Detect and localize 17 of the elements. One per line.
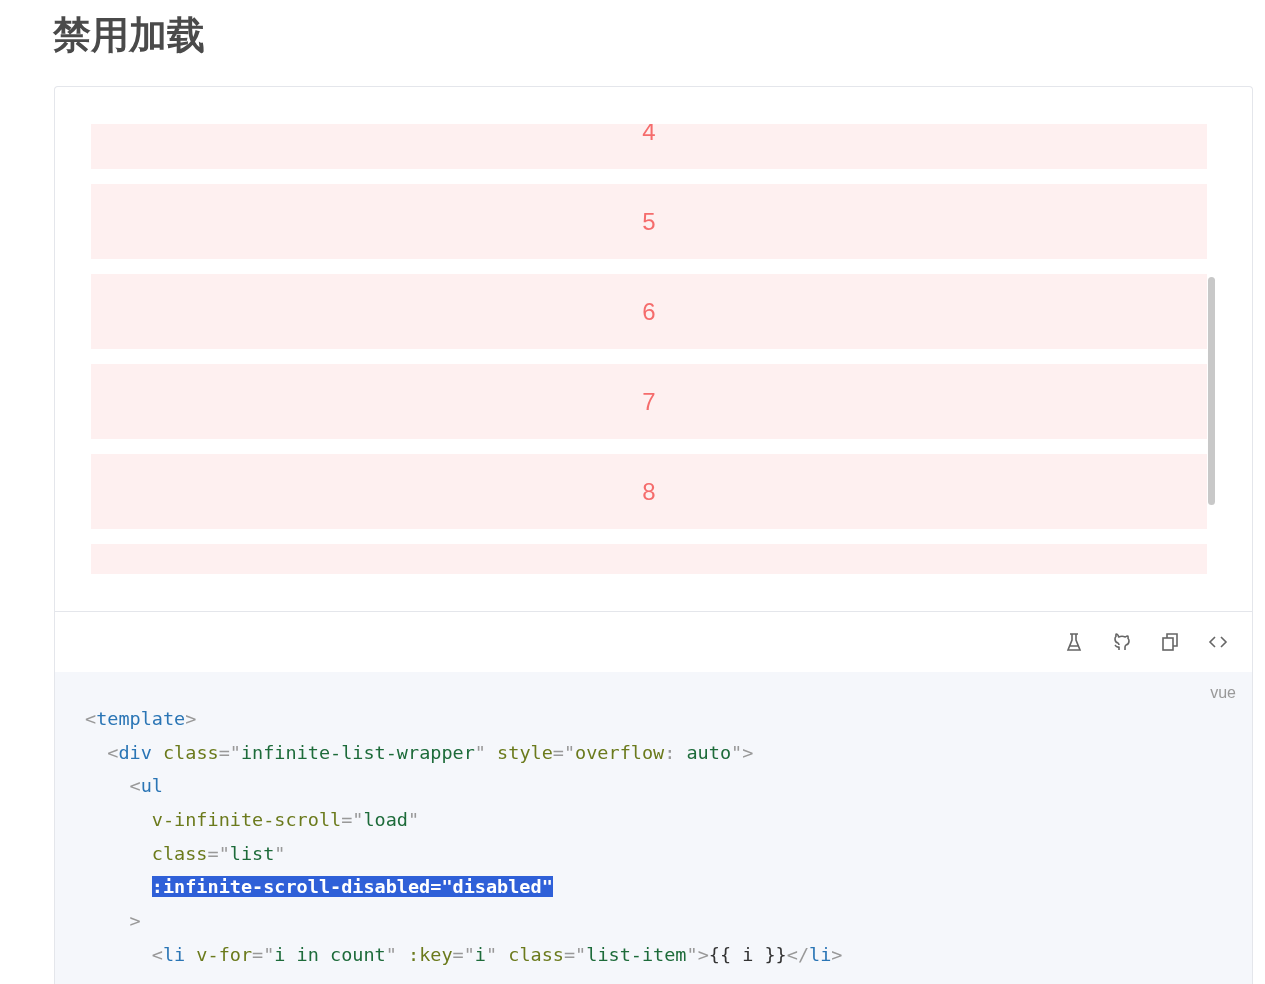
list-item: 7 xyxy=(91,364,1207,439)
github-icon[interactable] xyxy=(1112,632,1132,652)
code-line: <div class="infinite-list-wrapper" style="overflow: auto"> xyxy=(107,741,754,763)
code-line: <ul xyxy=(129,775,163,797)
code-line: > xyxy=(129,910,141,932)
code-line: class="list" xyxy=(151,842,286,864)
code-line: <template> xyxy=(85,708,197,729)
list-item: 8 xyxy=(91,454,1207,529)
code-line: <li v-for="i in count" :key="i" class="list-item">{{ i }}</li> xyxy=(151,943,843,965)
flask-icon[interactable] xyxy=(1064,632,1084,652)
code-line: v-infinite-scroll="load" xyxy=(151,809,420,831)
list-item: 5 xyxy=(91,184,1207,259)
section-title: 禁用加载 xyxy=(52,12,206,59)
copy-icon[interactable] xyxy=(1160,632,1180,652)
language-label: vue xyxy=(1210,684,1236,702)
scrollbar-thumb[interactable] xyxy=(1208,277,1215,505)
list-item: 6 xyxy=(91,274,1207,349)
